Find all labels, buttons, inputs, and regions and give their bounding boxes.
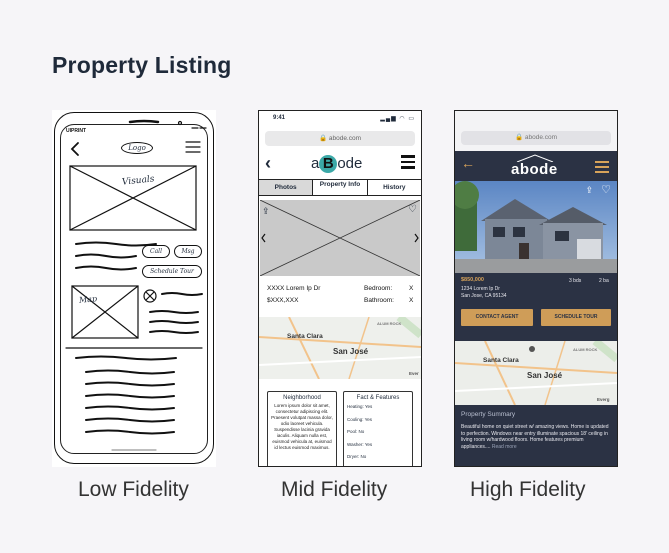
sketch-drawing	[65, 119, 207, 451]
tab-bar: Photos Property Info History	[259, 179, 421, 196]
map-area-label: ALUM ROCK	[573, 347, 598, 352]
lock-icon: 🔒	[514, 134, 524, 141]
fact-item: Washer: Yes	[347, 441, 373, 447]
map[interactable]: Santa Clara San José ALUM ROCK Ever	[259, 317, 421, 379]
baths-count: 2 ba	[599, 278, 609, 284]
tab-property-info[interactable]: Property Info	[313, 180, 368, 195]
beds-count: 3 bds	[569, 278, 582, 284]
neighborhood-title: Neighborhood	[283, 395, 321, 401]
page-title: Property Listing	[52, 52, 232, 78]
back-arrow-icon[interactable]: ←	[461, 155, 475, 171]
neighborhood-body: Lorem ipsum dolor sit amet, consectetur …	[271, 403, 333, 450]
sketch-call-button: Call	[142, 245, 170, 258]
map-road-label: Ever	[409, 371, 419, 376]
status-time: 9:41	[273, 115, 286, 121]
photo-placeholder	[259, 199, 421, 277]
caption-low-fidelity: Low Fidelity	[78, 478, 189, 501]
bedroom-label: Bedroom:	[364, 285, 393, 292]
schedule-tour-button[interactable]: SCHEDULE TOUR	[541, 309, 611, 326]
map[interactable]: Santa Clara San José ALUM ROCK Everg	[455, 341, 617, 405]
map-city-santa-clara: Santa Clara	[287, 333, 323, 340]
facts-title: Fact & Features	[356, 395, 400, 401]
high-fidelity-mockup: 🔒 abode.com ← abode ⇪ ♡ $850,000 1234 Lo…	[454, 110, 618, 467]
low-fidelity-wireframe: UIPRINT Logo Visuals Call Msg Schedule T…	[52, 110, 216, 467]
back-chevron-icon[interactable]: ‹	[265, 153, 271, 174]
logo-mark: B	[319, 155, 338, 173]
fact-item: Pool: No	[347, 429, 365, 434]
map-city-san-jose: San José	[527, 371, 563, 380]
house-photo[interactable]: ⇪ ♡	[455, 181, 617, 273]
address-line-2: San Jose, CA 95134	[461, 293, 507, 299]
url-text: abode.com	[524, 134, 558, 141]
hamburger-icon[interactable]	[595, 161, 609, 176]
contact-agent-button[interactable]: CONTACT AGENT	[461, 309, 533, 326]
sketch-logo: Logo	[121, 142, 153, 154]
neighborhood-card: Neighborhood Lorem ipsum dolor sit amet,…	[267, 391, 337, 466]
facts-card: Fact & Features Heating: Yes Cooling: Ye…	[343, 391, 413, 466]
nav-bar: ‹ a Bode	[259, 151, 421, 177]
nav-bar: ← abode	[455, 151, 617, 181]
caption-mid-fidelity: Mid Fidelity	[281, 478, 388, 501]
fact-item: Heating: Yes	[347, 404, 373, 409]
sketch-msg-button: Msg	[174, 245, 202, 258]
summary-body: Beautiful home on quiet street w/ amazin…	[461, 424, 609, 450]
map-area-label: ALUM ROCK	[377, 321, 402, 326]
caption-high-fidelity: High Fidelity	[470, 478, 586, 501]
price: $XXX,XXX	[267, 297, 299, 304]
share-icon[interactable]: ⇪	[262, 206, 270, 217]
browser-bar: 🔒 abode.com	[455, 111, 617, 151]
bathroom-label: Bathroom:	[364, 297, 394, 304]
tab-history[interactable]: History	[368, 180, 421, 195]
summary-text: Beautiful home on quiet street w/ amazin…	[461, 424, 613, 450]
url-bar[interactable]: 🔒 abode.com	[461, 131, 611, 145]
lock-icon: 🔒	[318, 135, 328, 142]
map-road-label: Everg	[597, 397, 610, 402]
logo: a Bode	[311, 155, 362, 173]
hamburger-icon[interactable]	[401, 155, 415, 169]
bedroom-value: X	[409, 285, 414, 292]
fact-item: Dryer: No	[347, 454, 367, 459]
bathroom-value: X	[409, 297, 414, 304]
logo: abode	[511, 161, 558, 178]
map-city-santa-clara: Santa Clara	[483, 357, 519, 364]
tab-photos[interactable]: Photos	[259, 180, 314, 195]
logo-prefix: a	[311, 155, 320, 172]
price: $850,000	[461, 277, 484, 283]
url-bar[interactable]: 🔒 abode.com	[265, 131, 415, 146]
heart-icon[interactable]: ♡	[408, 204, 417, 215]
placeholder-cross	[259, 199, 421, 277]
sketch-map-label: Map	[78, 294, 98, 305]
address: XXXX Lorem Ip Dr	[267, 285, 321, 292]
logo-suffix: ode	[337, 155, 363, 172]
address-line-1: 1234 Lorem Ip Dr	[461, 286, 500, 292]
url-text: abode.com	[328, 135, 362, 142]
fact-item: Cooling: Yes	[347, 416, 373, 422]
mid-fidelity-wireframe: 9:41 ▂▄▆ ◠ ▭ 🔒 abode.com ‹ a Bode Photos …	[258, 110, 422, 467]
address: 1234 Lorem Ip Dr San Jose, CA 95134	[461, 286, 507, 300]
sketch-schedule-button: Schedule Tour	[142, 265, 202, 278]
share-icon[interactable]: ⇪	[585, 185, 593, 196]
summary-title: Property Summary	[461, 411, 516, 418]
map-city-san-jose: San José	[333, 347, 369, 356]
read-more-link[interactable]: Read more	[492, 444, 517, 450]
heart-icon[interactable]: ♡	[601, 183, 611, 196]
status-icons: ▂▄▆ ◠ ▭	[380, 116, 415, 122]
